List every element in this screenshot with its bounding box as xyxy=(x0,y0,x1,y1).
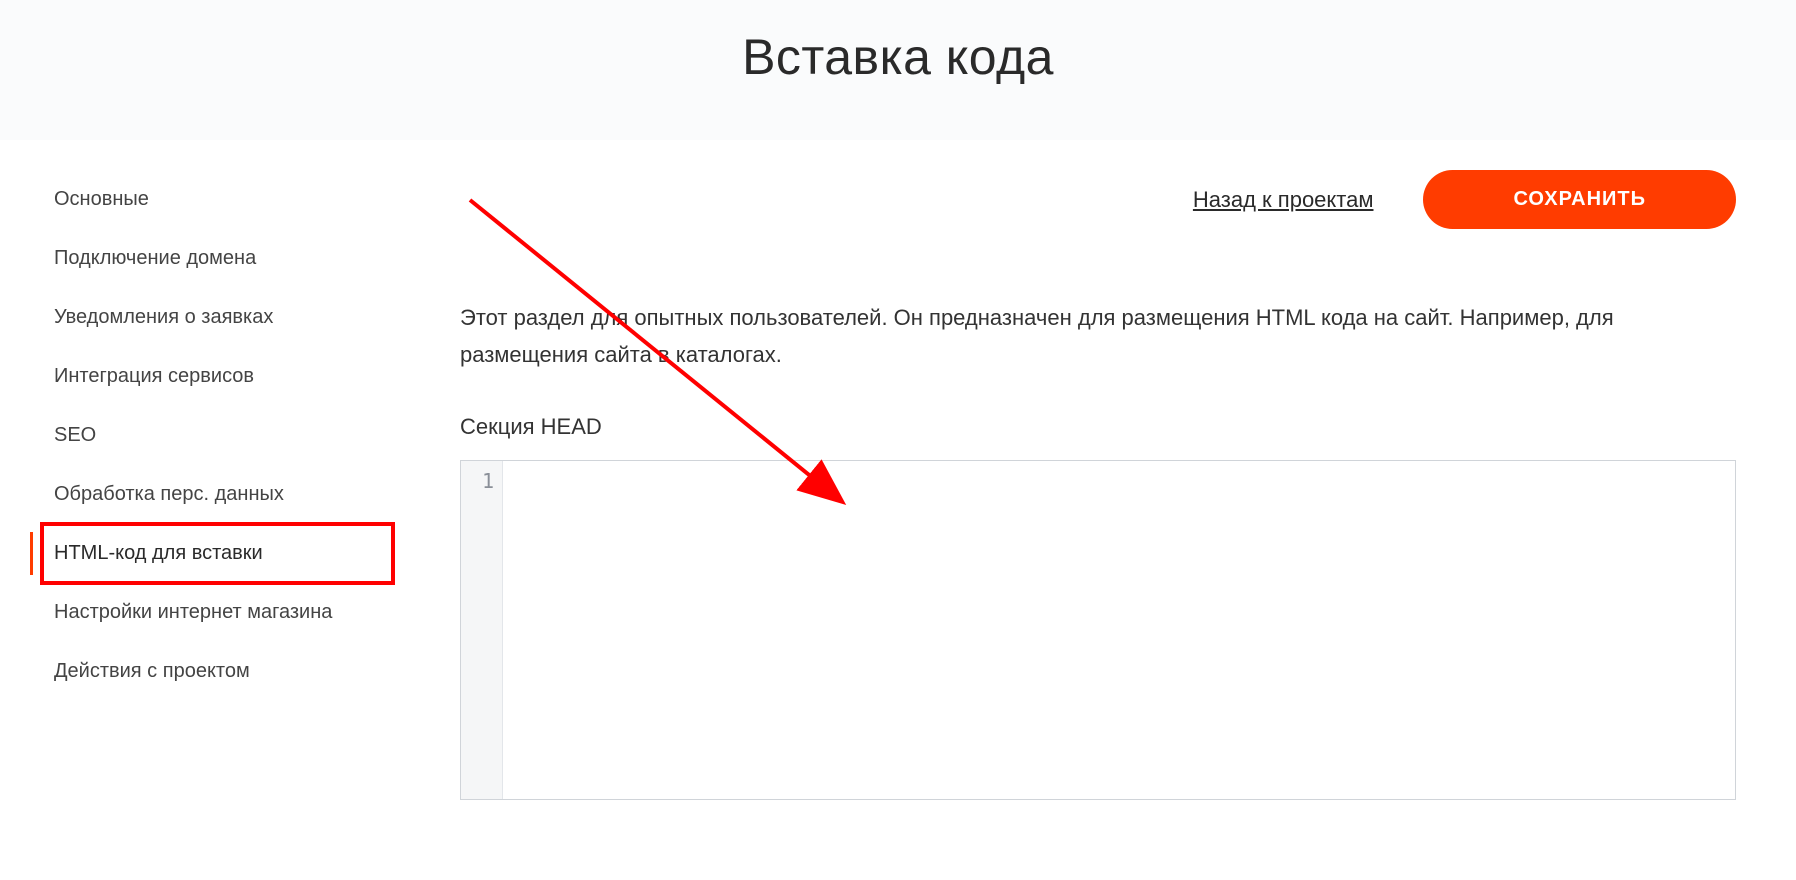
sidebar-item-domain[interactable]: Подключение домена xyxy=(30,229,390,288)
sidebar-item-shop-settings[interactable]: Настройки интернет магазина xyxy=(30,583,390,642)
sidebar-item-label: Настройки интернет магазина xyxy=(54,601,332,623)
sidebar-item-label: Основные xyxy=(54,188,149,210)
settings-sidebar: Основные Подключение домена Уведомления … xyxy=(0,170,400,800)
sidebar-item-label: Уведомления о заявках xyxy=(54,306,273,328)
page-header: Вставка кода xyxy=(0,0,1796,140)
sidebar-item-label: SEO xyxy=(54,424,96,446)
sidebar-item-notifications[interactable]: Уведомления о заявках xyxy=(30,288,390,347)
code-editor-head: 1 xyxy=(460,460,1736,800)
sidebar-item-label: Обработка перс. данных xyxy=(54,483,284,505)
sidebar-item-label: Подключение домена xyxy=(54,247,256,269)
main-content: Назад к проектам СОХРАНИТЬ Этот раздел д… xyxy=(400,170,1796,800)
code-gutter: 1 xyxy=(461,461,503,799)
sidebar-item-html-code[interactable]: HTML-код для вставки xyxy=(30,524,390,583)
sidebar-item-personal-data[interactable]: Обработка перс. данных xyxy=(30,465,390,524)
sidebar-item-seo[interactable]: SEO xyxy=(30,406,390,465)
top-actions: Назад к проектам СОХРАНИТЬ xyxy=(460,170,1736,229)
line-number: 1 xyxy=(461,469,502,493)
back-to-projects-link[interactable]: Назад к проектам xyxy=(1193,187,1374,213)
section-description: Этот раздел для опытных пользователей. О… xyxy=(460,299,1736,374)
page-title: Вставка кода xyxy=(742,28,1054,86)
head-section-label: Секция HEAD xyxy=(460,414,1736,440)
sidebar-item-label: Действия с проектом xyxy=(54,660,250,682)
code-textarea[interactable] xyxy=(503,461,1735,799)
layout: Основные Подключение домена Уведомления … xyxy=(0,140,1796,800)
sidebar-item-general[interactable]: Основные xyxy=(30,170,390,229)
sidebar-item-label: Интеграция сервисов xyxy=(54,365,254,387)
sidebar-item-label: HTML-код для вставки xyxy=(54,542,263,564)
save-button[interactable]: СОХРАНИТЬ xyxy=(1423,170,1736,229)
sidebar-item-project-actions[interactable]: Действия с проектом xyxy=(30,642,390,701)
sidebar-item-integrations[interactable]: Интеграция сервисов xyxy=(30,347,390,406)
